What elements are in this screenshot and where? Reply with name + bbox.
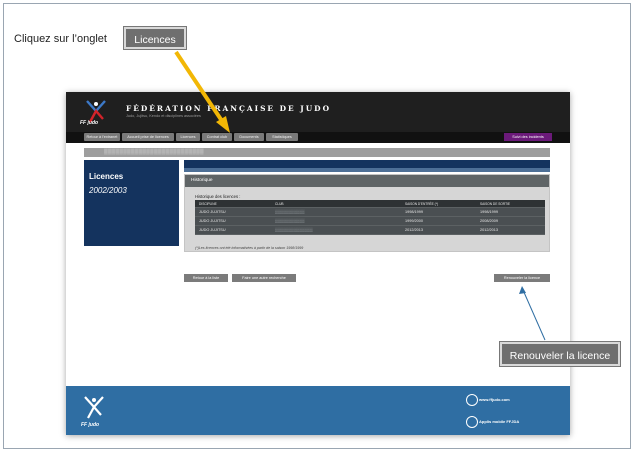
row-club-blurred: ▒▒▒▒▒▒▒▒▒▒▒▒▒▒ (275, 228, 313, 232)
site-header: FF judo FÉDÉRATION FRANÇAISE DE JUDO Jud… (66, 92, 570, 132)
column-header-discipline: DISCIPLINE (199, 202, 217, 206)
site-subtitle: Judo, Jujitsu, Kendo et disciplines asso… (126, 114, 201, 118)
table-header-row: DISCIPLINE CLUB SAISON D'ENTRÉE (*) SAIS… (195, 200, 545, 208)
member-info-strip-accent (184, 168, 550, 172)
mobile-app-icon (466, 416, 478, 428)
tab-contrat-club[interactable]: Contrat club (202, 133, 232, 141)
row-entry-season: 1999/2000 (405, 219, 423, 223)
licences-side-panel: Licences 2002/2003 (84, 160, 179, 246)
footer-website-link[interactable]: www.ffjudo.com (479, 397, 510, 402)
row-exit-season: 2008/2009 (480, 219, 498, 223)
historique-note: (*)Les licences ont été informatisées à … (195, 246, 304, 250)
member-identity-blurred: ▒▒▒▒▒▒▒▒▒▒▒▒▒▒▒▒▒▒▒▒▒▒▒▒▒▒ (104, 149, 204, 155)
licences-tab-callout: Licences (124, 27, 186, 49)
row-discipline: JUDO JUJITSU (199, 210, 226, 214)
instruction-text: Cliquez sur l’onglet (14, 33, 107, 45)
row-discipline: JUDO JUJITSU (199, 228, 226, 232)
footer-mobile-app-link[interactable]: Applis mobile FFJDA (479, 419, 519, 424)
website-icon (466, 394, 478, 406)
footer-logo-text: FF judo (81, 422, 100, 428)
embedded-screenshot: FF judo FÉDÉRATION FRANÇAISE DE JUDO Jud… (66, 92, 570, 435)
row-exit-season: 1998/1999 (480, 210, 498, 214)
side-panel-title: Licences (89, 172, 124, 181)
historique-panel: Historique Historique des licences : DIS… (184, 174, 550, 252)
table-row: JUDO JUJITSU ▒▒▒▒▒▒▒▒▒▒▒ 1998/1999 1998/… (195, 208, 545, 217)
tab-accueil-prise-licences[interactable]: Accueil prise de licences (122, 133, 174, 141)
row-club-blurred: ▒▒▒▒▒▒▒▒▒▒▒ (275, 219, 305, 223)
historique-header: Historique (185, 175, 549, 187)
column-header-club: CLUB (275, 202, 284, 206)
row-exit-season: 2012/2013 (480, 228, 498, 232)
row-discipline: JUDO JUJITSU (199, 219, 226, 223)
brand-logo-text: FF judo (80, 120, 99, 126)
tab-retour-extranet[interactable]: Retour à l'extranet (84, 133, 120, 141)
historique-table: DISCIPLINE CLUB SAISON D'ENTRÉE (*) SAIS… (195, 200, 545, 235)
table-row: JUDO JUJITSU ▒▒▒▒▒▒▒▒▒▒▒▒▒▒ 2012/2013 20… (195, 226, 545, 235)
member-identity-bar: ▒▒▒▒▒▒▒▒▒▒▒▒▒▒▒▒▒▒▒▒▒▒▒▒▒▒ (84, 148, 550, 157)
side-panel-season: 2002/2003 (89, 186, 127, 195)
column-header-exit: SAISON DE SORTIE (480, 202, 511, 206)
tab-documents[interactable]: Documents (234, 133, 264, 141)
site-footer: FF judo www.ffjudo.com Applis mobile FFJ… (66, 386, 570, 435)
row-entry-season: 2012/2013 (405, 228, 423, 232)
tab-licences[interactable]: Licences (176, 133, 200, 141)
row-entry-season: 1998/1999 (405, 210, 423, 214)
row-club-blurred: ▒▒▒▒▒▒▒▒▒▒▒ (275, 210, 305, 214)
renew-licence-button[interactable]: Renouveler la licence (494, 274, 550, 282)
back-to-list-button[interactable]: Retour à la liste (184, 274, 228, 282)
suivi-incidents-button[interactable]: Suivi des incidents (504, 133, 552, 141)
new-search-button[interactable]: Faire une autre recherche (232, 274, 296, 282)
site-title: FÉDÉRATION FRANÇAISE DE JUDO (126, 104, 332, 113)
main-nav: Retour à l'extranet Accueil prise de lic… (66, 132, 570, 143)
footer-judo-logo-icon (84, 396, 104, 419)
tab-statistiques[interactable]: Statistiques (266, 133, 298, 141)
column-header-entry: SAISON D'ENTRÉE (*) (405, 202, 439, 206)
table-row: JUDO JUJITSU ▒▒▒▒▒▒▒▒▒▒▒ 1999/2000 2008/… (195, 217, 545, 226)
historique-caption: Historique des licences : (195, 194, 241, 199)
renew-licence-callout: Renouveler la licence (500, 342, 620, 366)
member-info-strip (184, 160, 550, 168)
